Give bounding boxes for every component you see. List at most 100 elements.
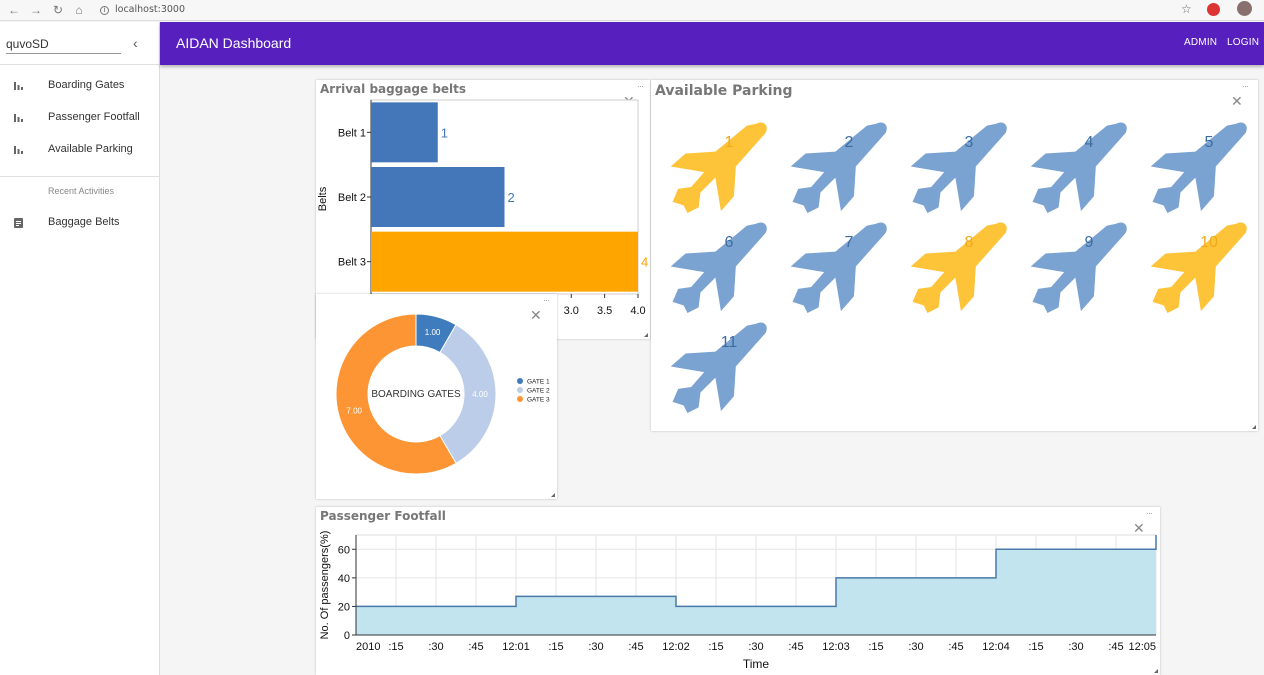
star-icon[interactable]: ☆	[1181, 2, 1192, 16]
x-tick-label: :45	[628, 641, 643, 653]
bar	[371, 102, 438, 163]
parking-spot-label: 4	[1085, 134, 1094, 151]
x-tick-label: :30	[748, 641, 763, 653]
x-tick-label: 12:03	[822, 641, 850, 653]
parking-spot-label: 3	[965, 134, 974, 151]
airplane-icon	[1030, 222, 1127, 313]
x-tick-label: 4.0	[630, 305, 645, 317]
passenger-footfall-widget: Passenger Footfall ··· ✕ 0 20 40 60 2010:15:…	[316, 507, 1160, 675]
y-tick-label: Belt 3	[338, 257, 366, 269]
parking-spot-label: 5	[1205, 134, 1214, 151]
sidebar-item-label: Available Parking	[48, 143, 133, 155]
slice-label: 7.00	[346, 407, 362, 416]
sidebar-item-boarding-gates[interactable]: Boarding Gates	[0, 70, 159, 102]
parking-spot-label: 1	[725, 134, 734, 151]
y-tick-label: Belt 1	[338, 127, 366, 139]
x-tick-label: 12:01	[502, 641, 530, 653]
info-icon: i	[100, 6, 109, 15]
x-tick-label: 2010	[356, 641, 380, 653]
passenger-footfall-chart: 0 20 40 60 2010:15:30:45 12:01:15:30:45 12:02:…	[319, 531, 1157, 671]
airplane-icon	[1150, 222, 1247, 313]
legend-swatch	[517, 378, 523, 384]
airplane-icon	[790, 222, 887, 313]
airplane-icon	[1030, 122, 1127, 213]
bar-chart-icon	[14, 114, 23, 122]
extension-icon[interactable]	[1207, 3, 1220, 16]
available-parking-widget: Available Parking ··· ✕ 1 2 3 4 5 6 7 8 9 10 11	[651, 80, 1258, 431]
legend-swatch	[517, 387, 523, 393]
resize-handle[interactable]	[551, 493, 555, 497]
reload-icon[interactable]: ↻	[50, 3, 66, 17]
airplane-icon	[670, 122, 767, 213]
airplane-icon	[670, 222, 767, 313]
legend-swatch	[517, 396, 523, 402]
sidebar-item-baggage-belts[interactable]: Baggage Belts	[0, 207, 159, 239]
legend-label: GATE 1	[527, 379, 550, 386]
boarding-gates-widget: ··· ✕ 1.00 4.00 7.00 BOARDING GATES GATE 1 GA…	[316, 294, 557, 499]
forward-icon[interactable]: →	[28, 3, 44, 17]
x-tick-label: :45	[1108, 641, 1123, 653]
admin-button[interactable]: ADMIN	[1184, 37, 1217, 48]
data-label: 2	[508, 190, 515, 205]
parking-spot-label: 10	[1200, 234, 1218, 251]
data-label: 1	[441, 125, 448, 140]
home-icon[interactable]: ⌂	[71, 3, 87, 17]
recent-activities-heading: Recent Activities	[48, 186, 115, 196]
address-bar[interactable]: i localhost:3000	[100, 4, 185, 15]
x-tick-label: :45	[468, 641, 483, 653]
y-axis-label: No. Of passengers(%)	[319, 531, 331, 640]
clipboard-icon	[14, 218, 23, 228]
y-axis-label: Belts	[317, 186, 329, 211]
sidebar-header: quvoSD ‹	[0, 22, 159, 65]
slice-label: 1.00	[425, 328, 441, 337]
parking-spot-label: 2	[845, 134, 854, 151]
x-tick-label: 3.5	[597, 305, 612, 317]
resize-handle[interactable]	[1154, 669, 1158, 673]
bar-chart-icon	[14, 82, 23, 90]
x-tick-label: :15	[548, 641, 563, 653]
airplane-icon	[910, 222, 1007, 313]
donut-center-label: BOARDING GATES	[371, 389, 461, 400]
app-title: AIDAN Dashboard	[176, 35, 292, 51]
resize-handle[interactable]	[644, 333, 648, 337]
login-button[interactable]: LOGIN	[1227, 37, 1259, 48]
x-tick-label: :15	[388, 641, 403, 653]
profile-avatar[interactable]	[1237, 1, 1252, 16]
parking-spot-label: 7	[845, 234, 854, 251]
y-tick-label: 20	[338, 601, 350, 613]
sidebar: quvoSD ‹ Boarding Gates Passenger Footfa…	[0, 22, 160, 675]
airplane-icon	[910, 122, 1007, 213]
bar	[371, 231, 638, 292]
y-tick-label: Belt 2	[338, 192, 366, 204]
parking-spot-label: 11	[721, 334, 738, 351]
x-tick-label: 3.0	[564, 305, 579, 317]
x-tick-label: :30	[428, 641, 443, 653]
slice-label: 4.00	[472, 390, 488, 399]
x-tick-label: 12:04	[982, 641, 1010, 653]
bar-chart-icon	[14, 146, 23, 154]
sidebar-item-available-parking[interactable]: Available Parking	[0, 134, 159, 166]
parking-grid: 1 2 3 4 5 6 7 8 9 10 11	[670, 122, 1247, 413]
bar	[371, 167, 505, 227]
parking-spot-label: 6	[725, 234, 734, 251]
app-bar: AIDAN Dashboard ADMIN LOGIN	[160, 22, 1264, 65]
legend-label: GATE 3	[527, 397, 550, 404]
url-text: localhost:3000	[115, 4, 186, 15]
x-tick-label: 12:05	[1128, 641, 1156, 653]
sidebar-item-label: Baggage Belts	[48, 216, 120, 228]
sidebar-item-label: Boarding Gates	[48, 79, 125, 91]
data-label: 4	[641, 255, 648, 270]
user-name: quvoSD	[6, 37, 121, 54]
sidebar-divider	[0, 176, 159, 177]
parking-spot-label: 8	[965, 234, 974, 251]
x-tick-label: :30	[1068, 641, 1083, 653]
x-tick-label: :15	[1028, 641, 1043, 653]
legend-label: GATE 2	[527, 388, 550, 395]
y-tick-label: 0	[344, 630, 350, 642]
x-tick-label: :45	[788, 641, 803, 653]
back-icon[interactable]: ←	[6, 3, 22, 17]
sidebar-item-label: Passenger Footfall	[48, 111, 140, 123]
resize-handle[interactable]	[1252, 425, 1256, 429]
chevron-left-icon[interactable]: ‹	[133, 35, 138, 51]
sidebar-item-passenger-footfall[interactable]: Passenger Footfall	[0, 102, 159, 134]
